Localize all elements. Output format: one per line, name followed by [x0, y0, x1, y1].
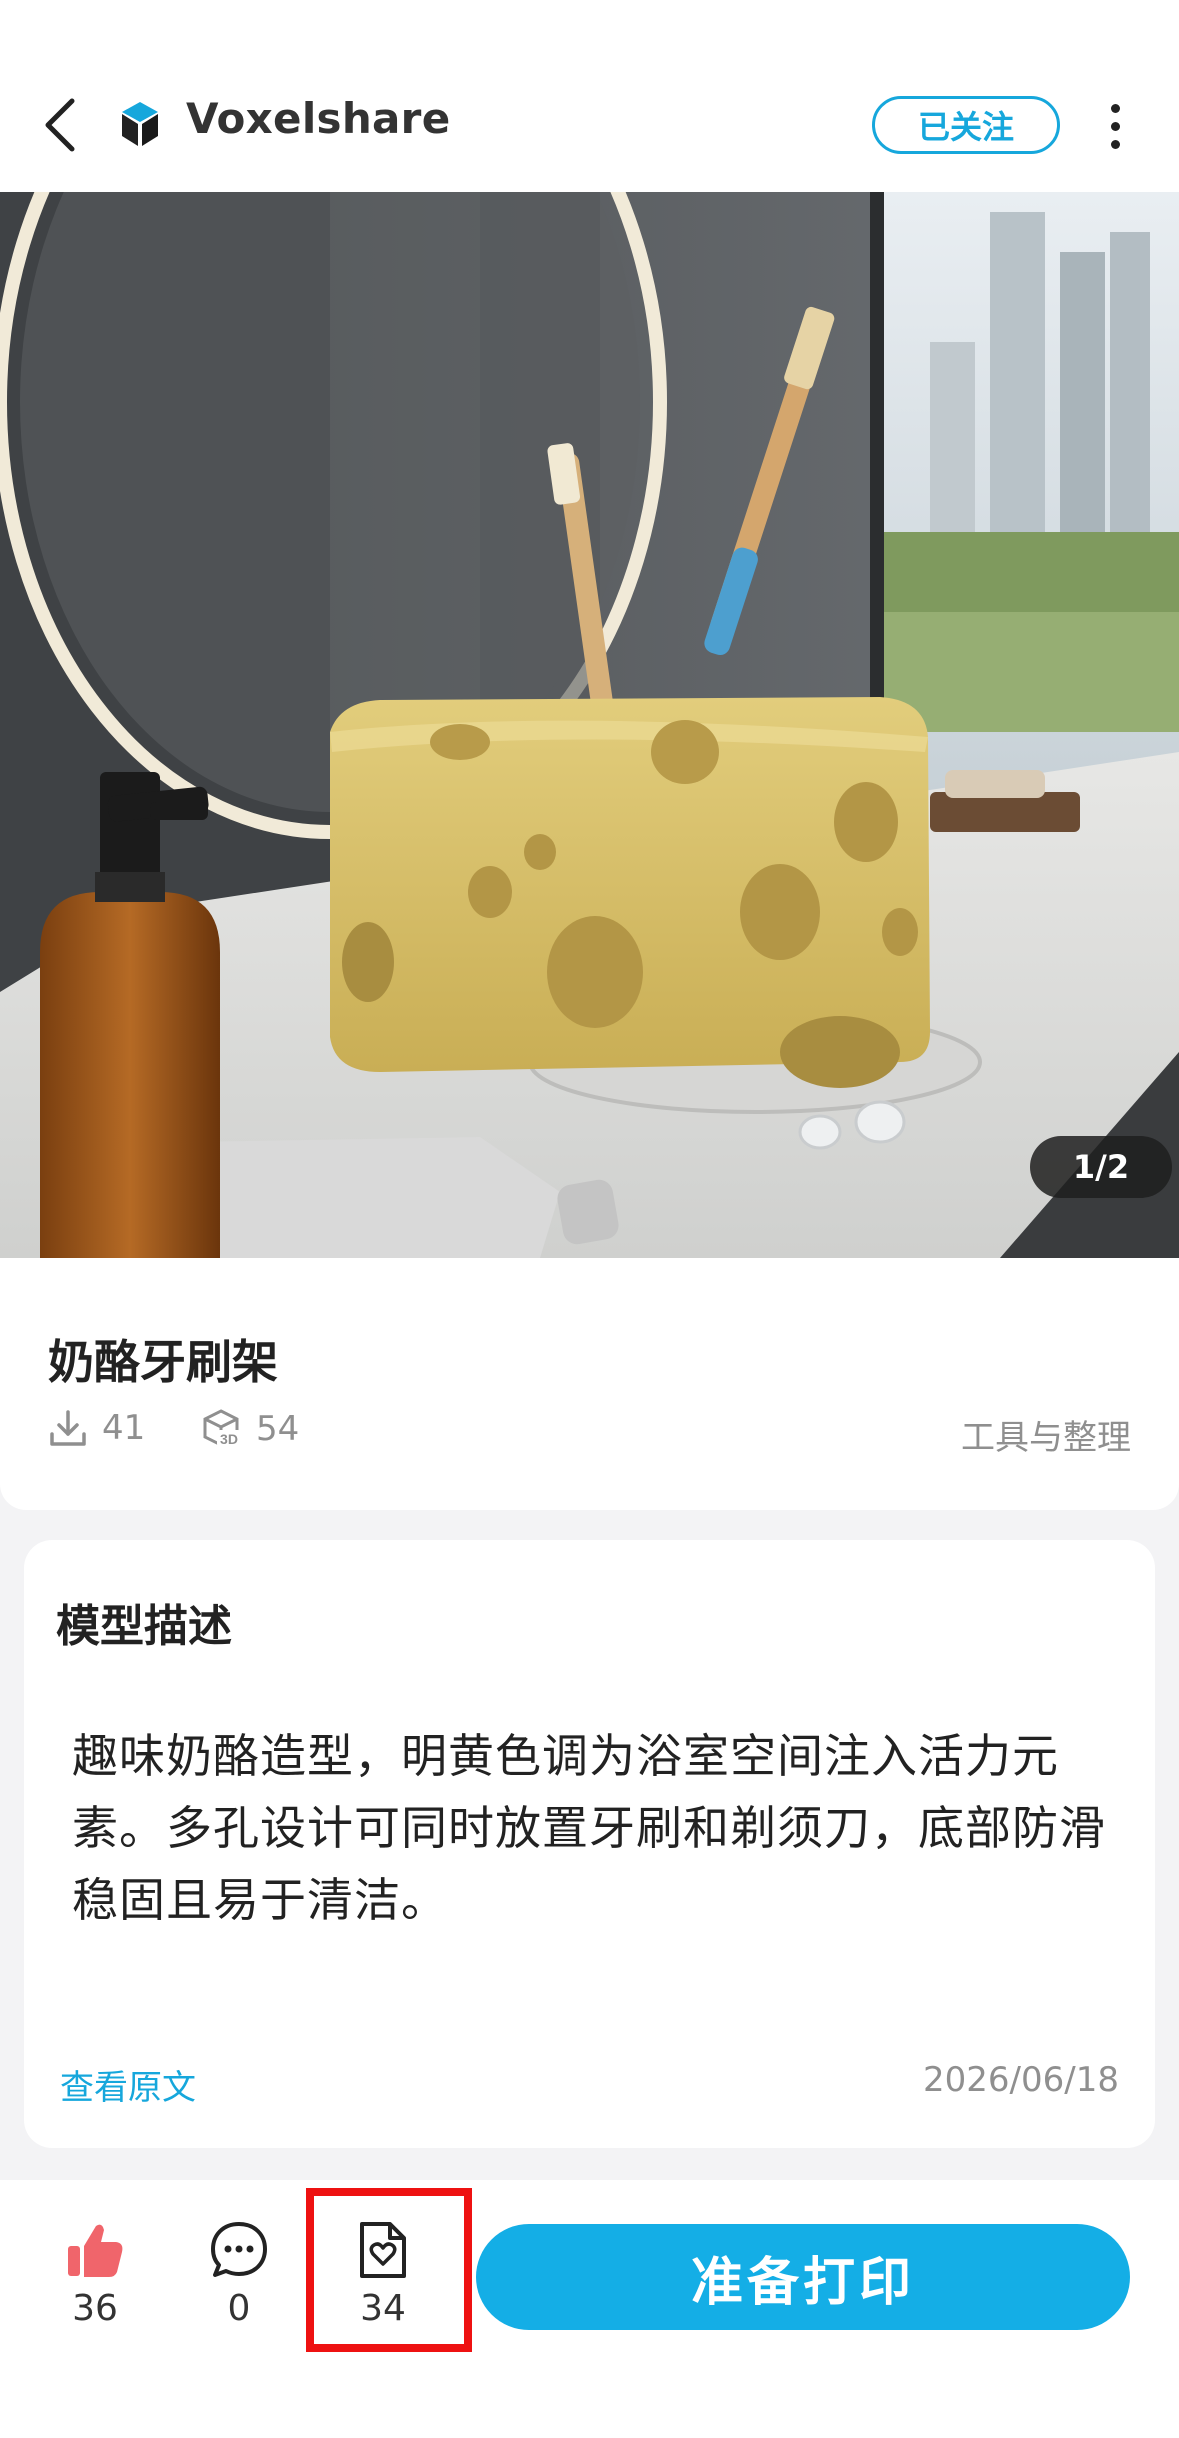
more-vertical-icon	[1110, 103, 1120, 113]
top-bar: Voxelshare 已关注	[0, 0, 1179, 192]
cube-3d-icon: 3D	[203, 1409, 241, 1447]
prepare-print-button[interactable]: 准备打印	[476, 2224, 1130, 2330]
download-stat: 41	[48, 1408, 145, 1448]
description-card: 模型描述 趣味奶酪造型，明黄色调为浴室空间注入活力元素。多孔设计可同时放置牙刷和…	[24, 1540, 1155, 2148]
brand-name[interactable]: Voxelshare	[186, 94, 450, 143]
like-button[interactable]: 36	[50, 2220, 140, 2329]
model-photo[interactable]: 1/2	[0, 192, 1179, 1258]
model-title: 奶酪牙刷架	[48, 1335, 278, 1389]
publish-date: 2026/06/18	[923, 2060, 1119, 2100]
download-icon	[50, 1410, 86, 1446]
image-page-indicator: 1/2	[1030, 1136, 1172, 1198]
download-count: 41	[102, 1408, 146, 1448]
3d-view-stat: 3D 54	[200, 1408, 299, 1450]
svg-text:3D: 3D	[220, 1431, 238, 1447]
chevron-left-icon	[45, 98, 75, 152]
voxelshare-logo	[118, 100, 162, 150]
back-button[interactable]	[32, 90, 88, 160]
thumbs-up-icon	[68, 2224, 123, 2277]
category-tag[interactable]: 工具与整理	[961, 1410, 1131, 1459]
description-heading: 模型描述	[56, 1601, 232, 1652]
more-options-button[interactable]	[1090, 96, 1140, 156]
comment-count: 0	[227, 2288, 251, 2329]
view-original-link[interactable]: 查看原文	[60, 2060, 196, 2109]
3d-view-count: 54	[256, 1409, 300, 1449]
collect-highlight-box	[306, 2188, 472, 2352]
comment-button[interactable]: 0	[194, 2220, 284, 2329]
model-info-card: 奶酪牙刷架 41 3D 54 工具与整理	[0, 1258, 1179, 1510]
bottom-action-bar: 36 0 34 准备打印	[0, 2180, 1179, 2438]
like-count: 36	[72, 2288, 118, 2329]
follow-button[interactable]: 已关注	[872, 96, 1060, 154]
description-text: 趣味奶酪造型，明黄色调为浴室空间注入活力元素。多孔设计可同时放置牙刷和剃须刀，底…	[72, 1729, 1106, 1927]
comment-icon	[211, 2222, 267, 2277]
